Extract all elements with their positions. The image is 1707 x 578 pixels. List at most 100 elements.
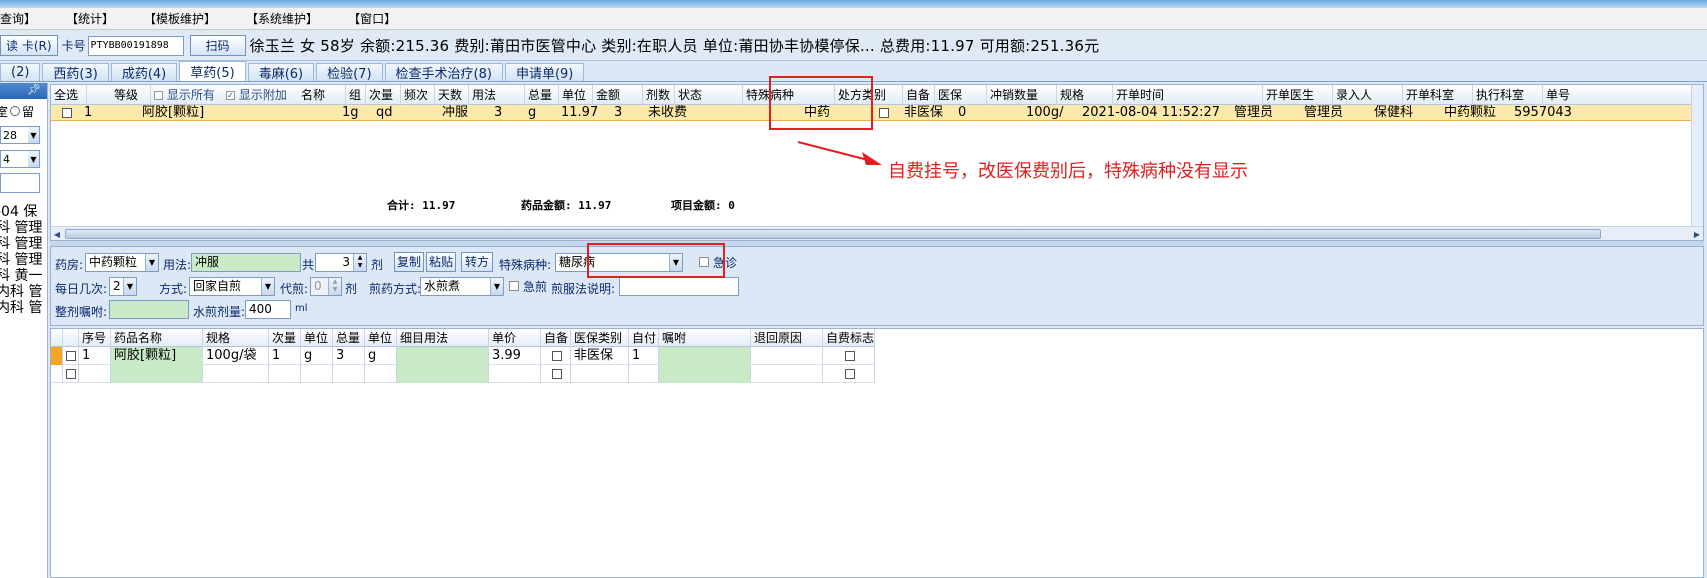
row-order-no: 5957043 (1514, 105, 1572, 120)
left-input[interactable] (0, 173, 40, 193)
table-row[interactable]: 1 阿胶[颗粒] 1g qd 冲服 3 g 11.97 3 未收费 中药 非医保… (51, 105, 1703, 121)
list-item[interactable]: 科 黄一 (0, 265, 47, 284)
water-input[interactable]: 400 (245, 300, 291, 319)
pin-icon[interactable]: 📌︎ (0, 83, 47, 99)
urgent-decoct-checkbox[interactable] (509, 281, 519, 291)
scrollbar-thumb[interactable] (65, 229, 1601, 239)
horizontal-scrollbar[interactable]: ◀ ▶ (51, 226, 1703, 240)
patient-summary-text: 徐玉兰 女 58岁 余额:215.36 费别:莆田市医管中心 类别:在职人员 单… (249, 37, 1100, 55)
scroll-left-icon[interactable]: ◀ (51, 227, 63, 240)
col-order-doctor: 开单医生 (1263, 85, 1333, 105)
col-exec-dept: 执行科室 (1473, 85, 1543, 105)
usage-input[interactable]: 冲服 (191, 253, 301, 272)
row-checkbox[interactable] (63, 347, 79, 365)
menu-window[interactable]: 【窗口】 (348, 10, 396, 27)
chevron-down-icon[interactable]: ▼ (123, 278, 136, 295)
row-seq: 1 (84, 105, 93, 120)
table-row[interactable] (51, 365, 875, 383)
doses-unit: 剂 (371, 258, 384, 272)
menu-stats[interactable]: 【统计】 (66, 10, 114, 27)
row-drug-name[interactable]: 阿胶[颗粒] (111, 347, 203, 365)
col-insurance: 医保 (935, 85, 987, 105)
list-item[interactable]: 内科 管 (0, 297, 47, 316)
show-extra-checkbox[interactable]: ✓ 显示附加 (223, 85, 293, 105)
convert-button[interactable]: 转方 (461, 252, 493, 272)
row-dose[interactable] (269, 365, 301, 383)
read-card-button[interactable]: 读 卡(R) (0, 35, 58, 56)
list-item[interactable]: 科 管理 (0, 217, 47, 236)
show-all-checkbox[interactable]: 显示所有 (151, 85, 223, 105)
daily-times-select[interactable]: 2 ▼ (109, 277, 137, 296)
row-dose[interactable]: 1 (269, 347, 301, 365)
usage-label: 用法: (163, 258, 192, 272)
row-selfpay-flag-checkbox[interactable] (823, 365, 875, 383)
chevron-down-icon[interactable]: ▼ (145, 254, 158, 271)
radio-label-stay: 留 (22, 104, 35, 119)
row-detail-usage[interactable] (397, 365, 489, 383)
radio-button[interactable] (10, 106, 21, 116)
decoct-note-input[interactable] (619, 277, 739, 296)
left-combo-2[interactable]: 4 ▼ (0, 150, 40, 168)
vertical-scrollbar[interactable] (1691, 85, 1703, 226)
row-drug-name[interactable] (111, 365, 203, 383)
col-dose: 次量 (269, 329, 301, 347)
row-instruction[interactable] (659, 365, 751, 383)
total-doses-label: 共 (302, 258, 315, 272)
chevron-down-icon[interactable]: ▼ (28, 151, 39, 167)
copy-button[interactable]: 复制 (394, 252, 424, 272)
row-unit2 (365, 365, 397, 383)
row-selfpay-flag-checkbox[interactable] (823, 347, 875, 365)
chevron-down-icon[interactable]: ▼ (261, 278, 274, 295)
list-item[interactable]: 内科 管 (0, 281, 47, 300)
whole-note-label: 整剂嘱咐: (55, 305, 108, 319)
paste-button[interactable]: 粘贴 (426, 252, 456, 272)
col-unit: 单位 (301, 329, 333, 347)
col-spec: 规格 (203, 329, 269, 347)
substitute-stepper[interactable]: 0 ▲ ▼ (310, 277, 342, 296)
tab-herbal-medicine[interactable]: 草药(5) (179, 61, 246, 81)
decoct-note-label: 煎服法说明: (551, 282, 616, 296)
detail-grid-header: 序号 药品名称 规格 次量 单位 总量 单位 细目用法 单价 自备 医保类别 自… (51, 329, 875, 347)
stepper-icon[interactable]: ▲ ▼ (328, 278, 341, 295)
total-sum: 合计: 11.97 (387, 199, 456, 212)
annotation-box-form-special-disease (587, 243, 725, 278)
list-item[interactable]: 科 管理 (0, 249, 47, 268)
pharmacy-select[interactable]: 中药颗粒 ▼ (85, 253, 159, 272)
row-instruction[interactable] (659, 347, 751, 365)
menu-template[interactable]: 【模板维护】 (144, 10, 216, 27)
stepper-icon[interactable]: ▲ ▼ (353, 254, 366, 271)
scroll-right-icon[interactable]: ▶ (1691, 227, 1703, 240)
row-self-prep-checkbox[interactable] (541, 365, 571, 383)
method-select[interactable]: 回家自煎 ▼ (189, 277, 275, 296)
row-detail-usage[interactable] (397, 347, 489, 365)
tab-narcotics[interactable]: 毒麻(6) (247, 63, 315, 82)
row-ins-type: 非医保 (571, 347, 629, 365)
tab-lab-test[interactable]: 检验(7) (316, 63, 383, 82)
row-unit (301, 365, 333, 383)
tab-request-form[interactable]: 申请单(9) (504, 63, 585, 82)
menu-system[interactable]: 【系统维护】 (246, 10, 318, 27)
tab-exam-surgery[interactable]: 检查手术治疗(8) (384, 63, 503, 82)
card-number-input[interactable]: PTYBB00191898 (87, 35, 184, 56)
row-checkbox[interactable] (59, 105, 79, 121)
row-self-prep-checkbox[interactable] (541, 347, 571, 365)
col-select-all[interactable]: 全选 (51, 85, 87, 105)
chevron-down-icon[interactable]: ▼ (28, 127, 39, 143)
left-combo-1[interactable]: 28 ▼ (0, 126, 40, 144)
table-row[interactable]: 1 阿胶[颗粒] 100g/袋 1 g 3 g 3.99 非医保 1 (51, 347, 875, 365)
menu-query[interactable]: 查询】 (0, 10, 36, 27)
tab-partial[interactable]: (2) (0, 63, 41, 81)
decoct-select[interactable]: 水煎煮 ▼ (420, 277, 504, 296)
row-self-prep-checkbox[interactable] (876, 105, 896, 121)
tab-western-medicine[interactable]: 西药(3) (42, 63, 109, 82)
annotation-arrow-icon (797, 141, 882, 165)
col-selfpay-flag: 自费标志 (823, 329, 875, 347)
chevron-down-icon[interactable]: ▼ (490, 278, 503, 295)
row-checkbox[interactable] (63, 365, 79, 383)
scan-button[interactable]: 扫码 (189, 35, 246, 56)
list-item[interactable]: 科 管理 (0, 233, 47, 252)
whole-note-input[interactable] (109, 300, 189, 319)
total-doses-stepper[interactable]: 3 ▲ ▼ (315, 253, 367, 272)
tab-patent-medicine[interactable]: 成药(4) (110, 63, 178, 82)
list-item[interactable]: -04 保 (0, 201, 47, 220)
